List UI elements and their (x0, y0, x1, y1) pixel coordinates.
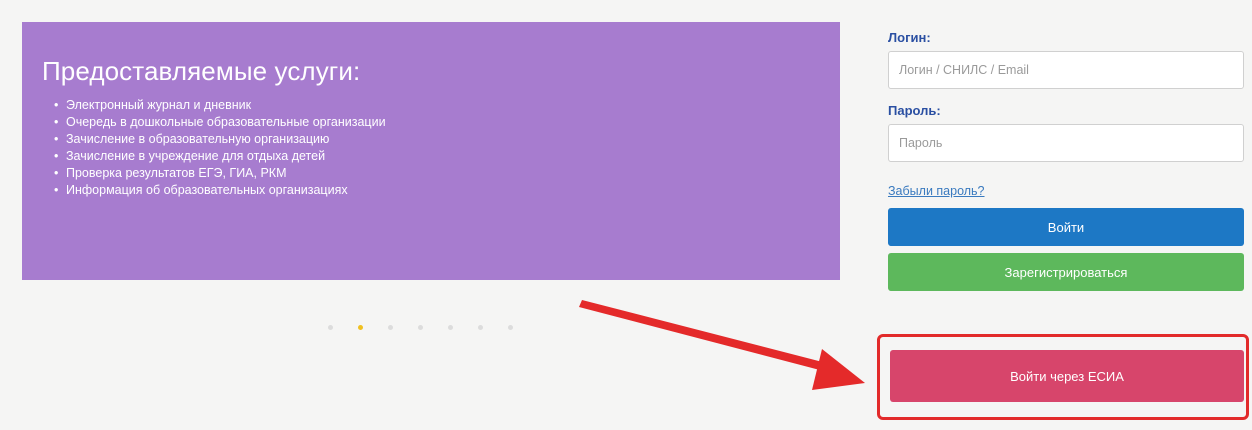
login-input[interactable] (888, 51, 1244, 89)
services-banner: Предоставляемые услуги: Электронный журн… (22, 22, 840, 280)
login-label: Логин: (888, 30, 931, 45)
login-button[interactable]: Войти (888, 208, 1244, 246)
password-label: Пароль: (888, 103, 941, 118)
esia-login-button[interactable]: Войти через ЕСИА (890, 350, 1244, 402)
forgot-password-link[interactable]: Забыли пароль? (888, 184, 985, 198)
carousel-dot[interactable] (328, 325, 333, 330)
carousel-dots (328, 325, 513, 330)
carousel-dot[interactable] (388, 325, 393, 330)
service-item: Электронный журнал и дневник (54, 97, 840, 114)
login-form: Логин: Пароль: Забыли пароль? Войти Заре… (888, 30, 1246, 291)
esia-highlight-frame: Войти через ЕСИА (877, 334, 1249, 420)
service-item: Зачисление в образовательную организацию (54, 131, 840, 148)
service-item: Очередь в дошкольные образовательные орг… (54, 114, 840, 131)
carousel-dot[interactable] (358, 325, 363, 330)
password-input[interactable] (888, 124, 1244, 162)
service-item: Проверка результатов ЕГЭ, ГИА, РКМ (54, 165, 840, 182)
carousel-dot[interactable] (418, 325, 423, 330)
register-button[interactable]: Зарегистрироваться (888, 253, 1244, 291)
carousel-dot[interactable] (508, 325, 513, 330)
service-item: Зачисление в учреждение для отдыха детей (54, 148, 840, 165)
service-item: Информация об образовательных организаци… (54, 182, 840, 199)
carousel-dot[interactable] (478, 325, 483, 330)
services-list: Электронный журнал и дневник Очередь в д… (42, 97, 840, 199)
services-title: Предоставляемые услуги: (42, 56, 361, 86)
carousel-dot[interactable] (448, 325, 453, 330)
